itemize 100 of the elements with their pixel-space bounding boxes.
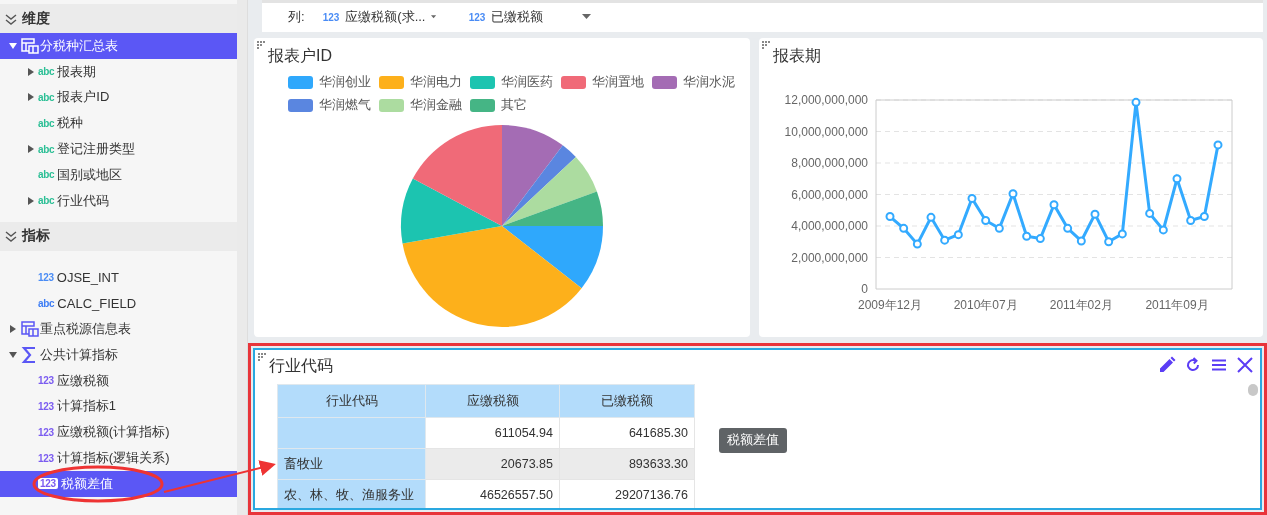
field-type-icon: abc (38, 92, 55, 103)
axis-tick-label: 0 (861, 281, 868, 296)
data-point (940, 235, 950, 245)
tree-item[interactable]: 分税种汇总表 (0, 33, 237, 59)
table-row[interactable]: 611054.94 641685.30 (277, 417, 695, 449)
data-point (1076, 236, 1086, 245)
tree-item[interactable]: 重点税源信息表 (0, 316, 237, 342)
tree-item[interactable]: abc 报表户ID (0, 84, 237, 111)
close-icon[interactable] (1236, 356, 1254, 374)
data-point (1172, 173, 1182, 183)
data-point (1104, 236, 1114, 246)
legend-item[interactable]: 华润创业 (288, 73, 371, 91)
axis-tick-label: 2011年09月 (1145, 297, 1209, 312)
chart-title: 报表期 (773, 45, 821, 66)
column-header[interactable]: 已缴税额 (559, 384, 695, 418)
tree-item[interactable]: abc 行业代码 (0, 187, 237, 214)
data-point (1049, 199, 1059, 209)
legend-item[interactable]: 其它 (470, 96, 527, 114)
data-point (1145, 208, 1155, 218)
column-header[interactable]: 应缴税额 (425, 384, 560, 418)
tree-item[interactable]: 123 计算指标1 (0, 393, 237, 420)
axis-tick-label: 8,000,000,000 (791, 155, 868, 170)
table-cell: 20673.85 (425, 448, 560, 480)
tree-item[interactable]: 123 税额差值 (0, 470, 237, 497)
tree-item[interactable]: 123 OJSE_INT (0, 264, 237, 291)
number-type-icon: 123 (468, 11, 486, 23)
number-type-icon: 123 (322, 11, 340, 23)
edit-icon[interactable] (1158, 356, 1176, 374)
caret-right-icon[interactable] (26, 144, 36, 155)
table-row[interactable]: 畜牧业 20673.85 893633.30 (277, 448, 695, 480)
field-type-icon: 123 (38, 452, 54, 464)
legend-item[interactable]: 华润燃气 (288, 96, 371, 114)
axis-tick-label: 2010年07月 (953, 297, 1018, 312)
row-header: 农、林、牧、渔服务业 (277, 479, 426, 508)
tree-item[interactable]: 123 应缴税额(计算指标) (0, 419, 237, 446)
data-point (1117, 228, 1127, 238)
column-dropdown[interactable]: 123 已缴税额 (464, 5, 595, 30)
data-point (1063, 223, 1073, 233)
tooltip: 税额差值 (719, 428, 787, 453)
data-point (1131, 97, 1141, 107)
drag-handle-icon[interactable] (257, 40, 265, 49)
axis-tick-label: 4,000,000,000 (791, 218, 868, 233)
scrollbar-thumb[interactable] (1248, 384, 1258, 396)
section-header[interactable]: 维度 (0, 4, 237, 33)
field-type-icon: 123 (38, 375, 54, 387)
legend-item[interactable]: 华润置地 (561, 73, 644, 91)
caret-down-icon (431, 14, 437, 21)
tree-item[interactable]: 123 计算指标(逻辑关系) (0, 445, 237, 471)
data-point (885, 211, 895, 221)
caret-down-icon[interactable] (8, 40, 18, 51)
tree-item[interactable]: abc 报表期 (0, 58, 237, 85)
table-row[interactable]: 农、林、牧、渔服务业 46526557.50 29207136.76 (277, 479, 695, 508)
field-type-icon: 123 (38, 426, 54, 438)
tree-item[interactable]: abc 税种 (0, 110, 237, 137)
refresh-icon[interactable] (1184, 356, 1202, 374)
scrollbar-track[interactable] (237, 0, 247, 515)
table-title: 行业代码 (269, 356, 333, 376)
tree-item[interactable]: abc CALC_FIELD (0, 290, 237, 317)
tree-item[interactable]: 公共计算指标 (0, 341, 237, 368)
legend-item[interactable]: 华润金融 (379, 96, 462, 114)
caret-down-icon[interactable] (8, 349, 18, 360)
tree-item[interactable]: abc 登记注册类型 (0, 136, 237, 162)
table-cell: 893633.30 (559, 448, 695, 480)
data-point (1035, 233, 1045, 243)
data-point (953, 229, 963, 239)
tree-item[interactable]: abc 国别或地区 (0, 162, 237, 188)
field-type-icon: abc (38, 117, 55, 129)
legend-item[interactable]: 华润电力 (379, 73, 462, 91)
data-point (1008, 188, 1018, 198)
table-cell: 641685.30 (559, 417, 695, 449)
data-point (1213, 139, 1223, 149)
table-cell: 611054.94 (425, 417, 560, 449)
caret-down-icon (581, 14, 591, 21)
caret-right-icon[interactable] (8, 324, 18, 335)
table-icon (20, 36, 40, 55)
caret-right-icon[interactable] (26, 92, 36, 103)
field-type-icon: abc (38, 195, 55, 207)
drag-handle-icon[interactable] (762, 40, 770, 49)
section-header[interactable]: 指标 (0, 221, 237, 251)
axis-tick-label: 10,000,000,000 (784, 124, 868, 139)
legend-item[interactable]: 华润水泥 (652, 73, 735, 91)
legend-item[interactable]: 华润医药 (470, 73, 553, 91)
data-point (1199, 211, 1209, 221)
field-type-icon: 123 (38, 400, 54, 412)
tree-item[interactable]: 123 应缴税额 (0, 367, 237, 394)
caret-right-icon[interactable] (26, 195, 36, 206)
data-point (912, 239, 922, 249)
axis-tick-label: 2011年02月 (1049, 297, 1113, 312)
chart-title: 报表户ID (268, 45, 332, 66)
row-header: 畜牧业 (277, 448, 426, 480)
data-point (1022, 231, 1032, 241)
column-header[interactable]: 行业代码 (277, 384, 426, 418)
drag-handle-icon[interactable] (258, 353, 266, 361)
axis-tick-label: 6,000,000,000 (791, 187, 868, 202)
field-type-icon: abc (38, 143, 55, 155)
field-type-icon: abc (38, 297, 55, 309)
column-dropdown[interactable]: 123 应缴税额(求... (318, 5, 441, 30)
caret-right-icon[interactable] (26, 66, 36, 77)
field-type-icon: 123 (38, 478, 58, 490)
data-point (926, 212, 936, 222)
